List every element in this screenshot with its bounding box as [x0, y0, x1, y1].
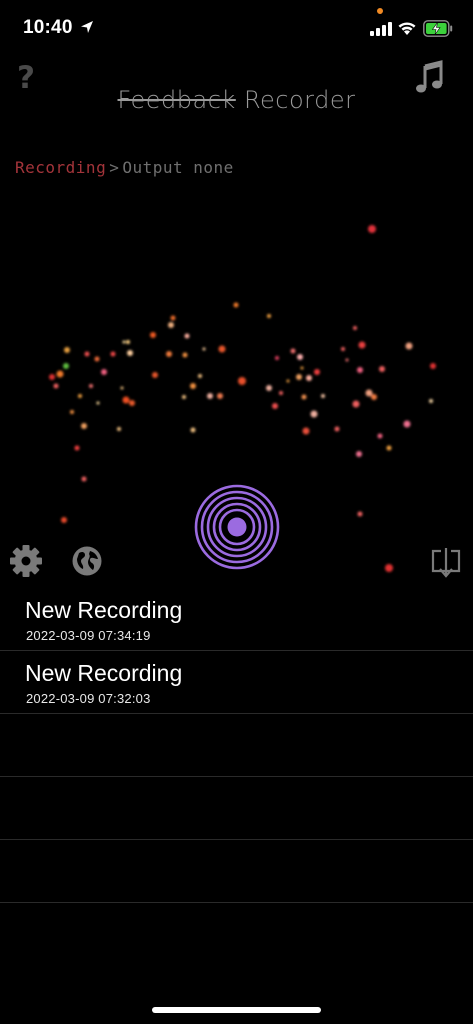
record-button[interactable] [194, 484, 280, 570]
wifi-icon [398, 22, 416, 35]
status-bar: 10:40 [0, 0, 473, 56]
home-indicator[interactable] [152, 1007, 321, 1013]
gear-icon[interactable] [9, 544, 43, 578]
battery-charging-icon [423, 20, 453, 37]
list-item[interactable]: New Recording 2022-03-09 07:32:03 [0, 651, 473, 714]
recording-title: New Recording [25, 597, 183, 623]
privacy-indicator-dot [377, 8, 383, 14]
app-title-rest: Recorder [243, 86, 356, 114]
recording-date: 2022-03-09 07:34:19 [26, 628, 151, 643]
empty-list-row [0, 840, 473, 903]
recording-title: New Recording [25, 660, 183, 686]
breadcrumb-output[interactable]: Output none [122, 158, 233, 177]
empty-list-row [0, 777, 473, 840]
globe-icon[interactable] [71, 545, 103, 577]
breadcrumb-recording[interactable]: Recording [15, 158, 106, 177]
recordings-list: New Recording 2022-03-09 07:34:19 New Re… [0, 588, 473, 903]
breadcrumb: Recording > Output none [15, 158, 234, 177]
recording-date: 2022-03-09 07:32:03 [26, 691, 151, 706]
app-title-struck: Feedback [117, 86, 236, 114]
export-icon[interactable] [430, 545, 462, 579]
location-arrow-icon [81, 21, 93, 33]
breadcrumb-separator: > [109, 158, 120, 177]
app-title: Feedback Recorder [0, 86, 473, 114]
status-time: 10:40 [23, 17, 73, 38]
empty-list-row [0, 714, 473, 777]
list-item[interactable]: New Recording 2022-03-09 07:34:19 [0, 588, 473, 651]
signal-icon [370, 22, 392, 36]
